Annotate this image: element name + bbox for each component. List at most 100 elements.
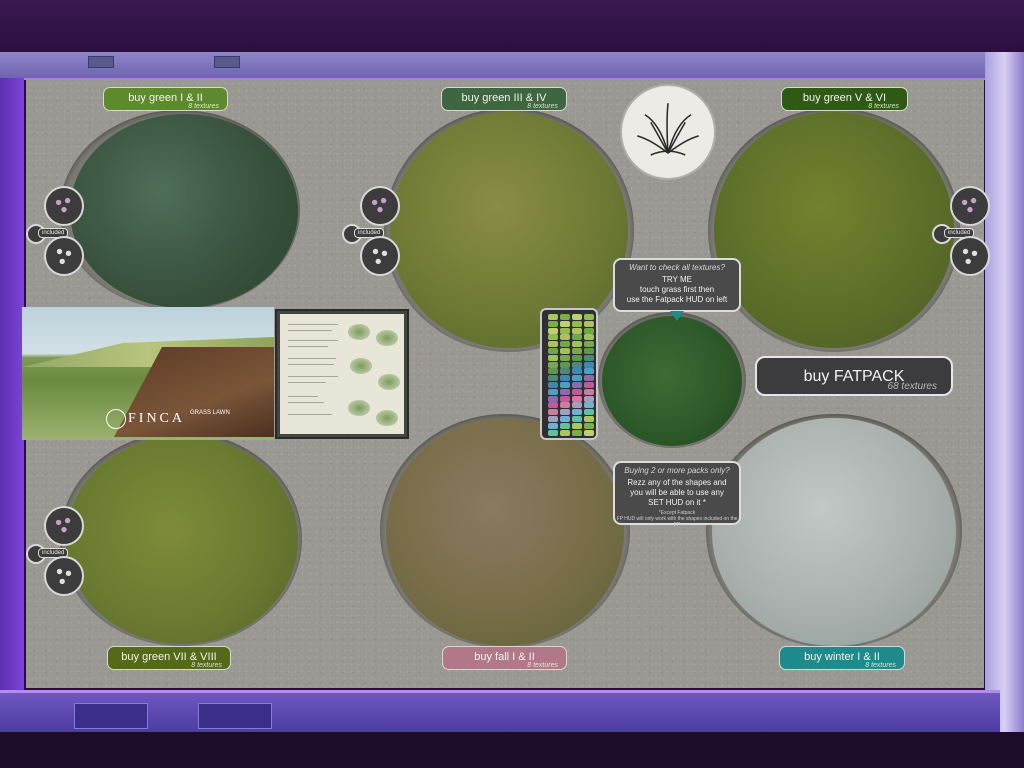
hud-texture-cell[interactable] bbox=[584, 375, 594, 382]
tooltip-line: touch grass first then bbox=[639, 285, 715, 294]
fatpack-hud-panel[interactable] bbox=[540, 308, 598, 440]
hud-texture-cell[interactable] bbox=[548, 320, 558, 327]
hud-texture-cell[interactable] bbox=[560, 354, 570, 361]
hud-texture-cell[interactable] bbox=[572, 388, 582, 395]
hud-texture-cell[interactable] bbox=[584, 361, 594, 368]
hud-texture-cell[interactable] bbox=[560, 388, 570, 395]
hud-texture-cell[interactable] bbox=[572, 354, 582, 361]
hud-texture-cell[interactable] bbox=[560, 361, 570, 368]
buy-green-3-4-button[interactable]: buy green III & IV 8 textures bbox=[441, 87, 567, 111]
hud-texture-cell[interactable] bbox=[572, 334, 582, 341]
hud-texture-cell[interactable] bbox=[560, 368, 570, 375]
hud-texture-cell[interactable] bbox=[584, 422, 594, 429]
buy-green-1-2-button[interactable]: buy green I & II 8 textures bbox=[103, 87, 228, 111]
hud-texture-cell[interactable] bbox=[548, 327, 558, 334]
tooltip-footnote: FP HUD will only work with the shapes in… bbox=[616, 516, 738, 528]
hud-texture-cell[interactable] bbox=[572, 382, 582, 388]
clover-hud-icon[interactable] bbox=[950, 236, 990, 276]
clover-hud-icon[interactable] bbox=[44, 556, 84, 596]
hud-texture-cell[interactable] bbox=[548, 402, 558, 409]
hud-texture-cell[interactable] bbox=[548, 422, 558, 429]
hud-texture-cell[interactable] bbox=[548, 334, 558, 341]
hud-texture-cell[interactable] bbox=[560, 382, 570, 388]
hud-texture-cell[interactable] bbox=[584, 395, 594, 402]
hud-texture-cell[interactable] bbox=[548, 409, 558, 416]
buy-winter-1-2-button[interactable]: buy winter I & II 8 textures bbox=[779, 646, 905, 670]
grass-swatch-green-5-6[interactable] bbox=[714, 112, 954, 348]
hud-texture-cell[interactable] bbox=[560, 314, 570, 320]
hud-texture-cell[interactable] bbox=[560, 341, 570, 348]
hud-texture-cell[interactable] bbox=[548, 354, 558, 361]
buy-fall-1-2-button[interactable]: buy fall I & II 8 textures bbox=[442, 646, 567, 670]
hud-texture-cell[interactable] bbox=[548, 361, 558, 368]
grass-swatch-try-me[interactable] bbox=[602, 316, 742, 446]
hud-texture-cell[interactable] bbox=[572, 314, 582, 320]
hud-texture-cell[interactable] bbox=[560, 402, 570, 409]
hud-texture-cell[interactable] bbox=[572, 320, 582, 327]
hud-texture-cell[interactable] bbox=[572, 402, 582, 409]
hud-texture-cell[interactable] bbox=[584, 341, 594, 348]
hud-texture-cell[interactable] bbox=[548, 375, 558, 382]
hud-texture-cell[interactable] bbox=[560, 422, 570, 429]
hud-texture-cell[interactable] bbox=[584, 416, 594, 422]
hud-texture-cell[interactable] bbox=[548, 395, 558, 402]
hud-texture-cell[interactable] bbox=[572, 348, 582, 354]
hud-texture-cell[interactable] bbox=[584, 334, 594, 341]
hud-texture-cell[interactable] bbox=[548, 382, 558, 388]
buy-fatpack-button[interactable]: buy FATPACK 68 textures bbox=[755, 356, 953, 396]
hud-texture-cell[interactable] bbox=[584, 388, 594, 395]
hud-texture-cell[interactable] bbox=[560, 375, 570, 382]
flower-hud-icon[interactable] bbox=[360, 186, 400, 226]
hud-texture-cell[interactable] bbox=[572, 361, 582, 368]
hud-texture-cell[interactable] bbox=[584, 327, 594, 334]
grass-swatch-fall-1-2[interactable] bbox=[386, 418, 624, 646]
flower-hud-icon[interactable] bbox=[44, 186, 84, 226]
hud-texture-cell[interactable] bbox=[584, 354, 594, 361]
hud-texture-cell[interactable] bbox=[560, 334, 570, 341]
tooltip-title: Buying 2 or more packs only? bbox=[624, 466, 730, 475]
hud-texture-cell[interactable] bbox=[560, 348, 570, 354]
hud-texture-cell[interactable] bbox=[572, 416, 582, 422]
hud-texture-cell[interactable] bbox=[560, 320, 570, 327]
hud-texture-cell[interactable] bbox=[560, 409, 570, 416]
hud-texture-cell[interactable] bbox=[572, 422, 582, 429]
hud-texture-cell[interactable] bbox=[572, 429, 582, 436]
hud-texture-cell[interactable] bbox=[584, 402, 594, 409]
grass-swatch-winter-1-2[interactable] bbox=[712, 418, 956, 646]
hud-texture-cell[interactable] bbox=[548, 348, 558, 354]
hud-texture-cell[interactable] bbox=[584, 382, 594, 388]
hud-texture-cell[interactable] bbox=[584, 320, 594, 327]
frame-rail-right bbox=[985, 52, 1024, 732]
hud-texture-cell[interactable] bbox=[572, 409, 582, 416]
grass-swatch-green-1-2[interactable] bbox=[70, 114, 298, 308]
hud-texture-cell[interactable] bbox=[560, 416, 570, 422]
hud-texture-cell[interactable] bbox=[572, 375, 582, 382]
hud-texture-cell[interactable] bbox=[584, 348, 594, 354]
hud-texture-cell[interactable] bbox=[572, 368, 582, 375]
clover-hud-icon[interactable] bbox=[44, 236, 84, 276]
hud-texture-cell[interactable] bbox=[548, 429, 558, 436]
hud-texture-cell[interactable] bbox=[572, 327, 582, 334]
buy-green-5-6-button[interactable]: buy green V & VI 8 textures bbox=[781, 87, 908, 111]
hud-texture-cell[interactable] bbox=[548, 314, 558, 320]
flower-hud-icon[interactable] bbox=[950, 186, 990, 226]
included-hud-cluster: included bbox=[26, 506, 96, 600]
hud-texture-cell[interactable] bbox=[584, 314, 594, 320]
hud-texture-cell[interactable] bbox=[572, 395, 582, 402]
buy-green-7-8-button[interactable]: buy green VII & VIII 8 textures bbox=[107, 646, 231, 670]
flower-hud-icon[interactable] bbox=[44, 506, 84, 546]
hud-texture-cell[interactable] bbox=[584, 429, 594, 436]
hud-texture-cell[interactable] bbox=[548, 416, 558, 422]
hud-texture-cell[interactable] bbox=[584, 368, 594, 375]
hud-texture-cell[interactable] bbox=[560, 327, 570, 334]
hud-texture-cell[interactable] bbox=[548, 388, 558, 395]
grass-swatch-green-7-8[interactable] bbox=[66, 436, 298, 644]
hud-texture-cell[interactable] bbox=[584, 409, 594, 416]
hud-texture-cell[interactable] bbox=[572, 341, 582, 348]
hud-texture-cell[interactable] bbox=[560, 429, 570, 436]
frame-clip bbox=[214, 56, 240, 68]
hud-texture-cell[interactable] bbox=[560, 395, 570, 402]
hud-texture-cell[interactable] bbox=[548, 341, 558, 348]
hud-texture-cell[interactable] bbox=[548, 368, 558, 375]
clover-hud-icon[interactable] bbox=[360, 236, 400, 276]
